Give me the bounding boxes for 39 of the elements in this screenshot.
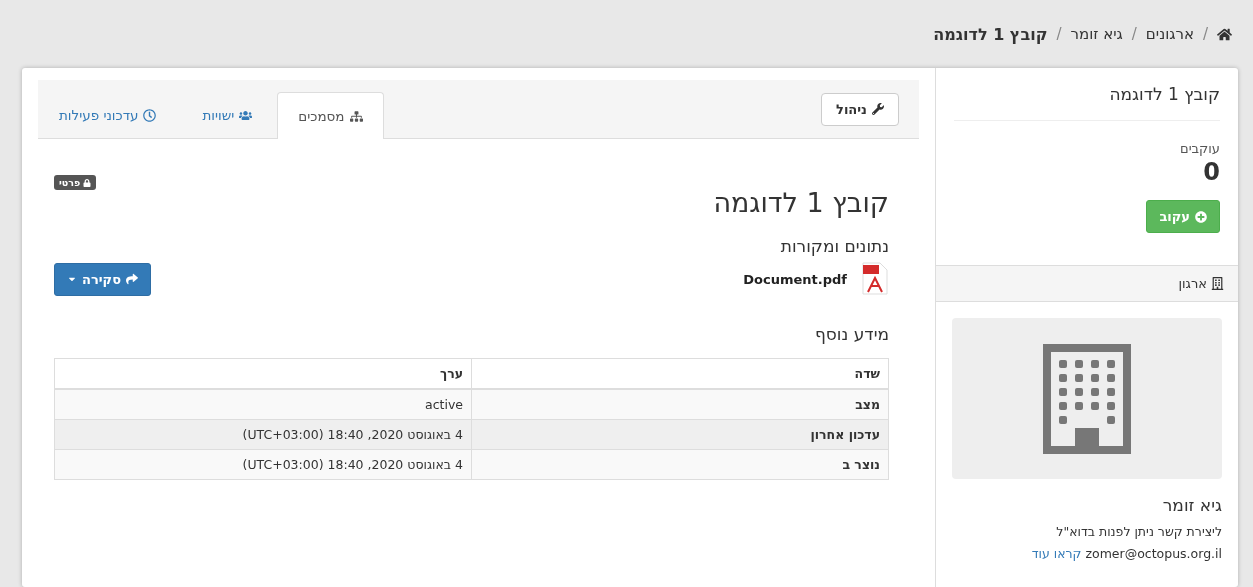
sidebar-title: קובץ 1 לדוגמה bbox=[954, 84, 1220, 121]
tab[interactable]: עדכוני פעילות bbox=[38, 92, 178, 137]
read-more-link[interactable]: קראו עוד bbox=[1031, 546, 1082, 561]
dataset-title: קובץ 1 לדוגמה bbox=[713, 187, 889, 218]
followers-count: 0 bbox=[1202, 158, 1220, 186]
breadcrumb-link[interactable]: ארגונים bbox=[1145, 25, 1194, 43]
users-icon bbox=[239, 108, 253, 122]
breadcrumb-separator: / bbox=[1131, 25, 1137, 43]
followers-label: עוקבים bbox=[1179, 141, 1220, 156]
breadcrumb-link[interactable]: גיא זומר bbox=[1070, 25, 1123, 43]
table-cell: active bbox=[54, 389, 472, 420]
organization-heading: ארגון bbox=[1178, 276, 1207, 291]
building-icon bbox=[1043, 343, 1131, 454]
table-cell: עדכון אחרון bbox=[471, 419, 889, 450]
table-cell: נוצר ב bbox=[471, 449, 889, 480]
table-cell: 4 באוגוסט 2020, 18:40 (UTC+03:00) bbox=[54, 449, 472, 480]
table-cell: מצב bbox=[471, 389, 889, 420]
pdf-file-icon bbox=[861, 262, 889, 296]
share-icon bbox=[126, 273, 138, 285]
wrench-icon bbox=[872, 103, 884, 115]
lock-icon bbox=[83, 178, 92, 187]
privacy-badge: פרטי bbox=[54, 175, 97, 190]
section-heading: מידע נוסף bbox=[813, 324, 889, 344]
tab[interactable]: ישויות bbox=[181, 92, 274, 137]
breadcrumb-separator: / bbox=[1202, 25, 1208, 43]
sitemap-icon bbox=[349, 109, 363, 123]
breadcrumb-link[interactable]: קובץ 1 לדוגמה bbox=[933, 24, 1048, 44]
tab[interactable]: מסמכים bbox=[277, 92, 384, 139]
home-icon[interactable] bbox=[1217, 26, 1232, 42]
organization-name: גיא זומר bbox=[1161, 495, 1222, 515]
building-icon bbox=[1211, 277, 1224, 290]
organization-description: ליצירת קשר ניתן לפנות בדוא"ל zomer@octopus.org.il קראו עוד bbox=[1030, 523, 1222, 563]
breadcrumb-separator: / bbox=[1056, 25, 1062, 43]
resource-link[interactable]: Document.pdf bbox=[743, 271, 847, 287]
manage-button[interactable]: ניהול bbox=[821, 92, 899, 126]
clock-icon bbox=[143, 108, 157, 122]
section-heading: נתונים ומקורות bbox=[779, 236, 889, 256]
table-cell: 4 באוגוסט 2020, 18:40 (UTC+03:00) bbox=[54, 419, 472, 450]
explore-button[interactable]: סקירה bbox=[54, 262, 151, 296]
